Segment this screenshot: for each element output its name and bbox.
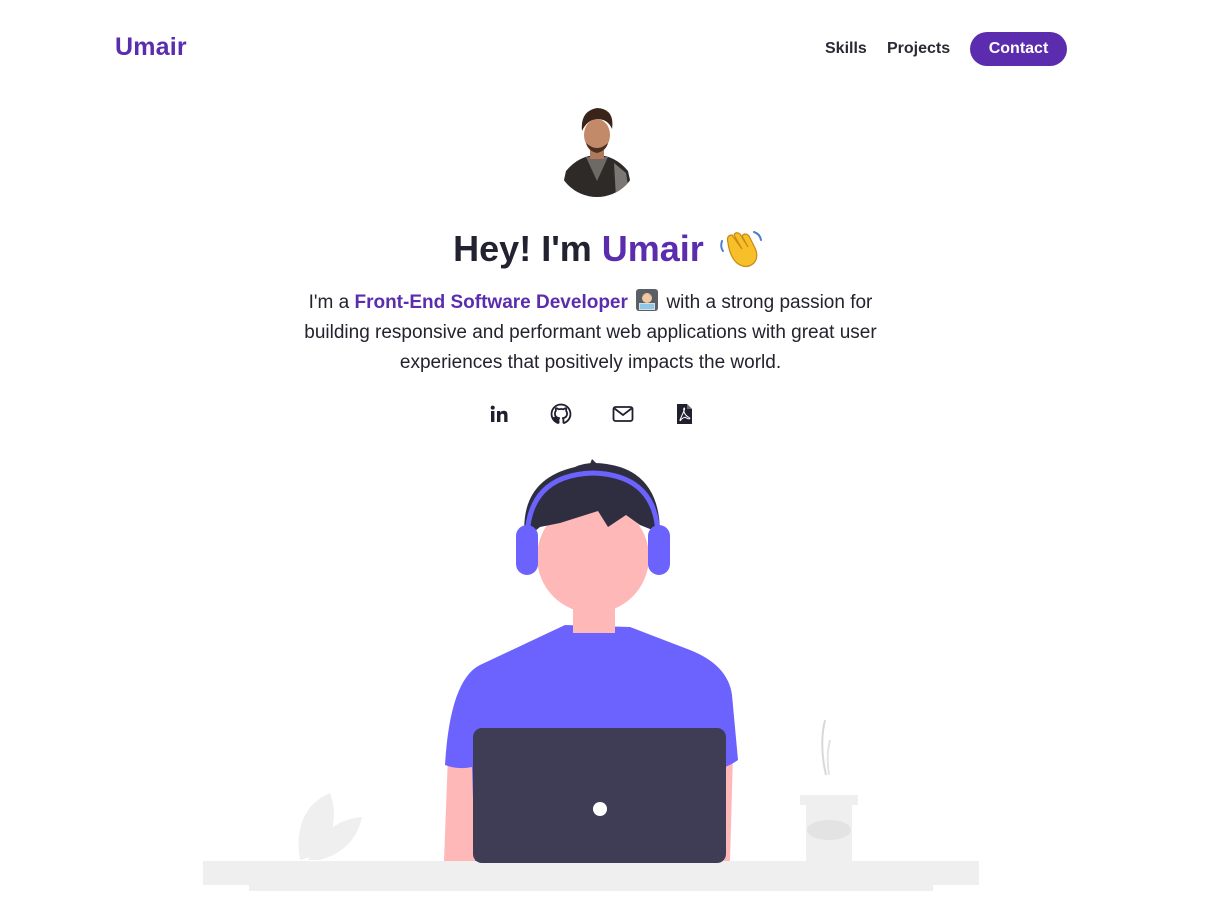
hero-title-prefix: Hey! I'm [453, 228, 602, 269]
linkedin-icon[interactable] [487, 401, 511, 427]
avatar [556, 101, 638, 198]
waving-hand-icon [718, 229, 762, 269]
nav-link-projects[interactable]: Projects [887, 40, 950, 58]
technologist-icon [635, 288, 659, 312]
navbar: Umair Skills Projects Contact [0, 0, 1215, 98]
nav-link-skills[interactable]: Skills [825, 40, 867, 58]
hero-description: I'm a Front-End Software Developer with … [287, 288, 894, 378]
contact-button[interactable]: Contact [970, 32, 1067, 66]
hero-desc-prefix: I'm a [308, 292, 355, 313]
pdf-resume-icon[interactable] [672, 401, 696, 427]
laptop-icon [473, 728, 726, 863]
site-logo[interactable]: Umair [115, 33, 187, 62]
hero-title: Hey! I'm Umair [0, 228, 1215, 270]
github-icon[interactable] [549, 401, 573, 427]
hero-title-name: Umair [601, 228, 704, 269]
email-icon[interactable] [611, 401, 635, 427]
hero-desc-role: Front-End Software Developer [354, 292, 628, 313]
social-links [0, 401, 1215, 429]
developer-illustration [200, 455, 982, 897]
